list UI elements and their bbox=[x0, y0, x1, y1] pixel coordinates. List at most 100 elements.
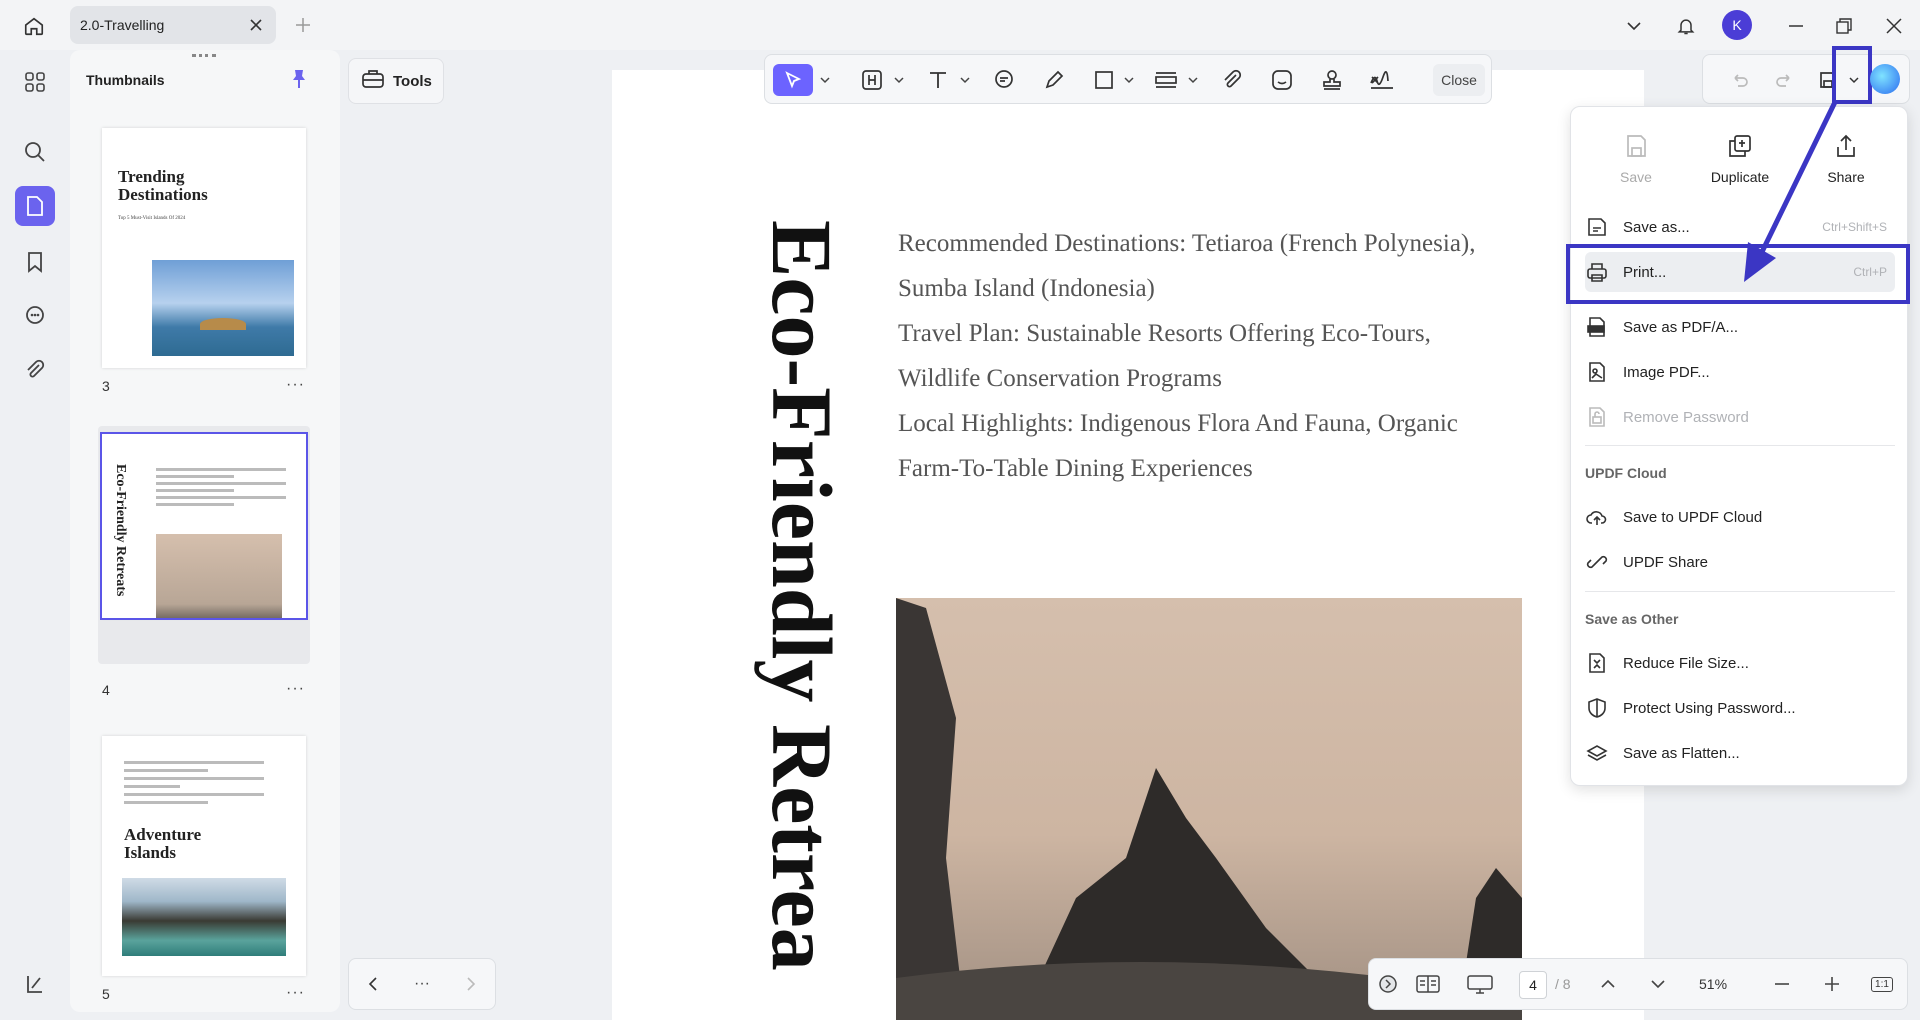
thumb-title-line: Islands bbox=[124, 843, 176, 862]
updf-share-item[interactable]: UPDF Share bbox=[1585, 542, 1895, 582]
ai-assistant-icon[interactable] bbox=[1870, 64, 1900, 94]
chevron-down-icon[interactable] bbox=[1622, 14, 1646, 38]
remove-password-item[interactable]: Remove Password bbox=[1585, 397, 1895, 437]
thumb-vertical-title: Eco-Friendly Retreats bbox=[113, 464, 128, 597]
protect-password-item[interactable]: Protect Using Password... bbox=[1585, 688, 1895, 728]
tools-button[interactable]: Tools bbox=[348, 58, 444, 104]
status-bar: 4 / 8 51% 1:1 bbox=[1368, 958, 1908, 1010]
shape-tool-icon[interactable] bbox=[1087, 64, 1121, 96]
measure-tool-icon[interactable] bbox=[1149, 64, 1183, 96]
thumb-title-line: Trending bbox=[118, 167, 185, 186]
chevron-down-icon[interactable] bbox=[955, 64, 975, 96]
save-as-flatten-item[interactable]: Save as Flatten... bbox=[1585, 733, 1895, 773]
annotation-toolbar: Close bbox=[764, 54, 1492, 104]
zoom-out-icon[interactable] bbox=[1769, 968, 1795, 1000]
stamp-tool-icon[interactable] bbox=[1315, 64, 1349, 96]
undo-icon[interactable] bbox=[1725, 64, 1755, 96]
minimize-icon[interactable] bbox=[1782, 12, 1810, 40]
chevron-down-icon[interactable] bbox=[889, 64, 909, 96]
pdfa-icon bbox=[1585, 315, 1609, 339]
compress-icon bbox=[1585, 651, 1609, 675]
sticker-tool-icon[interactable] bbox=[1265, 64, 1299, 96]
thumb-page-number: 5 bbox=[102, 986, 110, 1002]
comments-icon[interactable] bbox=[15, 296, 55, 336]
page-vertical-title: Eco-Friendly Retrea bbox=[754, 220, 850, 971]
highlight-tool-icon[interactable] bbox=[855, 64, 889, 96]
thumbnails-panel: Thumbnails Trending Destinations Top 5 M… bbox=[70, 50, 340, 1012]
restore-icon[interactable] bbox=[1830, 12, 1858, 40]
expand-icon[interactable] bbox=[1377, 968, 1399, 1000]
page-total: / 8 bbox=[1555, 976, 1571, 992]
menu-divider bbox=[1585, 591, 1895, 592]
page-thumbnail[interactable]: Adventure Islands bbox=[102, 736, 306, 976]
link-icon bbox=[1585, 550, 1609, 574]
menu-divider bbox=[1585, 445, 1895, 446]
previous-page-icon[interactable] bbox=[359, 968, 387, 1000]
page-thumbnail-selected[interactable]: Eco-Friendly Retreats bbox=[100, 432, 308, 620]
zoom-in-icon[interactable] bbox=[1819, 968, 1845, 1000]
shield-icon bbox=[1585, 696, 1609, 720]
chevron-down-icon[interactable] bbox=[1119, 64, 1139, 96]
drag-handle[interactable] bbox=[192, 54, 216, 58]
image-pdf-item[interactable]: Image PDF... bbox=[1585, 352, 1895, 392]
page-down-icon[interactable] bbox=[1645, 968, 1671, 1000]
zoom-level[interactable]: 51% bbox=[1699, 976, 1727, 992]
redo-icon[interactable] bbox=[1769, 64, 1799, 96]
title-bar: 2.0-Travelling K bbox=[0, 0, 1920, 50]
avatar[interactable]: K bbox=[1722, 10, 1752, 40]
pin-icon[interactable] bbox=[288, 68, 312, 92]
save-as-pdfa-item[interactable]: Save as PDF/A... bbox=[1585, 307, 1895, 347]
page-text-line: Local Highlights: Indigenous Flora And F… bbox=[898, 410, 1458, 437]
save-as-icon bbox=[1585, 215, 1609, 239]
page-thumbnail[interactable]: Trending Destinations Top 5 Must-Visit I… bbox=[102, 128, 306, 368]
page-nav-bar: ··· bbox=[348, 958, 496, 1010]
thumb-more-button[interactable]: ··· bbox=[286, 984, 305, 1002]
presentation-icon[interactable] bbox=[1465, 968, 1495, 1000]
thumbnails-icon[interactable] bbox=[15, 186, 55, 226]
text-tool-icon[interactable] bbox=[921, 64, 955, 96]
save-button[interactable]: Save bbox=[1583, 125, 1689, 195]
attachment-tool-icon[interactable] bbox=[1215, 64, 1249, 96]
chevron-down-icon[interactable] bbox=[1183, 64, 1203, 96]
close-toolbar-button[interactable]: Close bbox=[1433, 64, 1485, 96]
page-text-line: Travel Plan: Sustainable Resorts Offerin… bbox=[898, 320, 1431, 347]
other-section-header: Save as Other bbox=[1585, 611, 1679, 627]
thumb-more-button[interactable]: ··· bbox=[286, 376, 305, 394]
thumb-subtitle: Top 5 Must-Visit Islands Of 2024 bbox=[118, 216, 186, 221]
thumb-page-number: 4 bbox=[102, 682, 110, 698]
new-tab-icon[interactable] bbox=[290, 12, 316, 38]
page-layout-icon[interactable] bbox=[1413, 968, 1443, 1000]
home-icon[interactable] bbox=[20, 12, 48, 40]
actual-size-button[interactable]: 1:1 bbox=[1867, 968, 1897, 1000]
image-pdf-icon bbox=[1585, 360, 1609, 384]
window-close-icon[interactable] bbox=[1880, 12, 1908, 40]
next-page-icon[interactable] bbox=[457, 968, 485, 1000]
comment-tool-icon[interactable] bbox=[987, 64, 1021, 96]
page-up-icon[interactable] bbox=[1595, 968, 1621, 1000]
save-as-label: Save as... bbox=[1623, 218, 1690, 236]
tools-label: Tools bbox=[393, 72, 432, 90]
save-to-cloud-item[interactable]: Save to UPDF Cloud bbox=[1585, 497, 1895, 537]
search-icon[interactable] bbox=[15, 132, 55, 172]
page-text-line: Recommended Destinations: Tetiaroa (Fren… bbox=[898, 230, 1476, 257]
select-tool-button[interactable] bbox=[773, 64, 813, 96]
pencil-tool-icon[interactable] bbox=[1037, 64, 1071, 96]
rock-formation-image bbox=[896, 598, 1522, 1020]
save-icon bbox=[1623, 133, 1649, 159]
document-tab[interactable]: 2.0-Travelling bbox=[70, 6, 276, 44]
reduce-file-size-item[interactable]: Reduce File Size... bbox=[1585, 643, 1895, 683]
close-icon[interactable] bbox=[246, 15, 266, 35]
signature-tool-icon[interactable] bbox=[1365, 64, 1399, 96]
apps-grid-icon[interactable] bbox=[15, 62, 55, 102]
bookmark-icon[interactable] bbox=[15, 242, 55, 282]
thumb-page-number: 3 bbox=[102, 378, 110, 394]
toolbox-icon bbox=[361, 68, 385, 94]
chevron-down-icon[interactable] bbox=[815, 64, 835, 96]
page-number-input[interactable]: 4 bbox=[1519, 971, 1547, 999]
nav-more-button[interactable]: ··· bbox=[407, 968, 437, 1000]
pdf-page[interactable]: Eco-Friendly Retrea Recommended Destinat… bbox=[612, 70, 1644, 1020]
notification-bell-icon[interactable] bbox=[1672, 12, 1700, 40]
layers-icon[interactable] bbox=[15, 964, 55, 1004]
attachment-icon[interactable] bbox=[15, 350, 55, 390]
thumb-more-button[interactable]: ··· bbox=[286, 680, 305, 698]
